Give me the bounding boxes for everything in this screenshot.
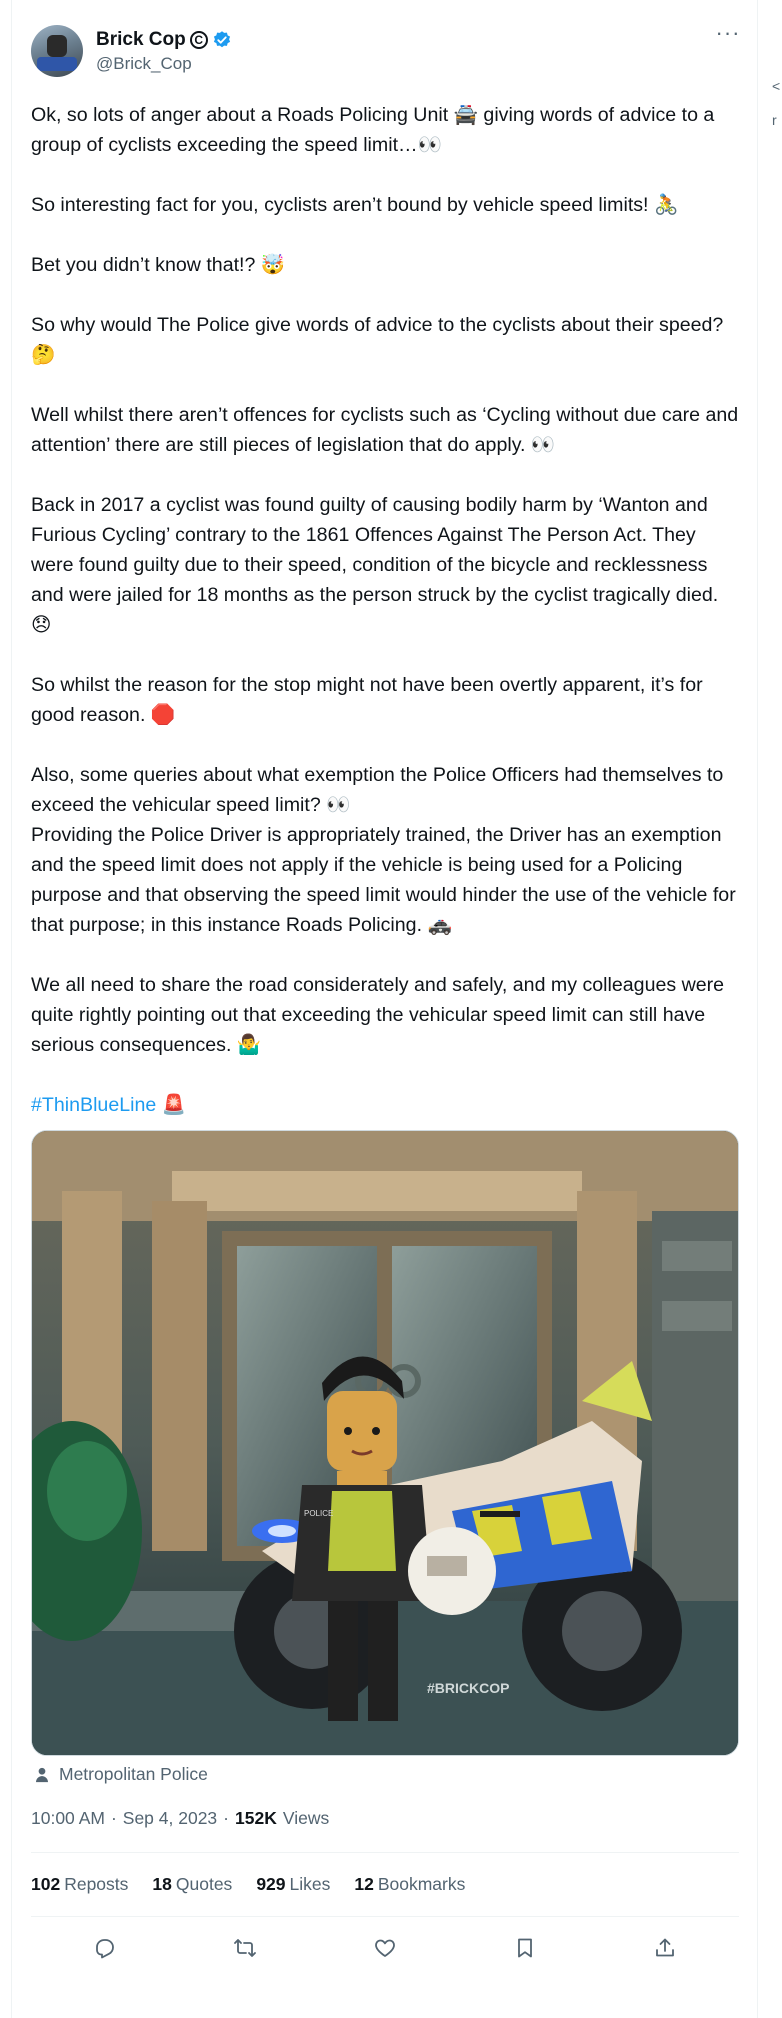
meta-separator: · xyxy=(223,1808,229,1828)
tweet-media-image[interactable]: POLICE #BRICKCOP xyxy=(31,1130,739,1756)
display-name[interactable]: Brick Cop xyxy=(96,29,186,51)
quotes-label: Quotes xyxy=(175,1874,233,1894)
reposts-stat[interactable]: 102 Reposts xyxy=(31,1874,128,1895)
likes-label: Likes xyxy=(289,1874,331,1894)
tagged-user-label[interactable]: Metropolitan Police xyxy=(59,1764,208,1785)
engagement-stats: 102 Reposts 18 Quotes 929 Likes 12 Bookmarks xyxy=(31,1874,465,1895)
likes-stat[interactable]: 929 Likes xyxy=(256,1874,330,1895)
hashtag-link[interactable]: #ThinBlueLine xyxy=(31,1094,156,1116)
tweet-paragraph: Providing the Police Driver is appropria… xyxy=(31,824,736,936)
offscreen-fragment: < xyxy=(772,78,781,94)
bookmarks-stat[interactable]: 12 Bookmarks xyxy=(354,1874,465,1895)
repost-button[interactable] xyxy=(231,1934,259,1962)
lego-police-scene: POLICE #BRICKCOP xyxy=(32,1131,738,1755)
verified-badge-icon xyxy=(213,31,230,48)
offscreen-fragment: r xyxy=(772,112,777,128)
tweet-paragraph: Well whilst there aren’t offences for cy… xyxy=(31,404,739,456)
bookmark-icon xyxy=(518,1938,532,1958)
vest-text: POLICE xyxy=(304,1509,333,1518)
author-handle[interactable]: @Brick_Cop xyxy=(96,54,192,74)
reply-button[interactable] xyxy=(91,1934,119,1962)
tweet-paragraph: Back in 2017 a cyclist was found guilty … xyxy=(31,494,719,636)
repost-icon xyxy=(234,1939,256,1957)
meta-separator: · xyxy=(110,1808,117,1828)
ellipsis-icon: ··· xyxy=(715,20,741,45)
author-name-row[interactable]: Brick Cop C xyxy=(96,29,232,51)
copyright-badge-icon: C xyxy=(189,31,208,49)
more-options-button[interactable]: ··· xyxy=(714,22,742,50)
tweet-text: Ok, so lots of anger about a Roads Polic… xyxy=(31,100,741,1120)
tweet-paragraph: So whilst the reason for the stop might … xyxy=(31,674,703,726)
tweet-meta: 10:00 AM · Sep 4, 2023 · 152K Views xyxy=(31,1808,329,1829)
like-button[interactable] xyxy=(371,1934,399,1962)
tweet-paragraph: So interesting fact for you, cyclists ar… xyxy=(31,194,679,216)
tweet-paragraph: So why would The Police give words of ad… xyxy=(31,314,724,366)
avatar-base xyxy=(37,57,77,71)
bookmarks-count: 12 xyxy=(354,1874,374,1894)
timeline-left-border xyxy=(11,0,12,2018)
media-watermark: #BRICKCOP xyxy=(427,1680,509,1696)
tagged-user-row[interactable]: Metropolitan Police xyxy=(33,1764,208,1785)
views-count: 152K xyxy=(235,1808,277,1828)
person-icon xyxy=(36,1767,48,1782)
hashtag-line: #ThinBlueLine 🚨 xyxy=(31,1090,741,1120)
tweet-date[interactable]: Sep 4, 2023 xyxy=(123,1808,217,1829)
likes-count: 929 xyxy=(256,1874,286,1894)
views-label: Views xyxy=(282,1808,330,1828)
tweet-paragraph: Also, some queries about what exemption … xyxy=(31,764,724,816)
tweet-paragraph: Ok, so lots of anger about a Roads Polic… xyxy=(31,104,715,156)
avatar-figure xyxy=(47,35,67,57)
like-icon xyxy=(375,1939,395,1957)
bookmarks-label: Bookmarks xyxy=(377,1874,466,1894)
divider xyxy=(31,1916,739,1917)
tweet-paragraph: Bet you didn’t know that!? 🤯 xyxy=(31,254,286,276)
share-icon xyxy=(656,1938,674,1957)
tweet-time[interactable]: 10:00 AM xyxy=(31,1808,105,1829)
reposts-label: Reposts xyxy=(64,1874,129,1894)
share-button[interactable] xyxy=(651,1934,679,1962)
quotes-count: 18 xyxy=(152,1874,172,1894)
timeline-right-border xyxy=(757,0,758,2018)
bookmark-button[interactable] xyxy=(511,1934,539,1962)
reply-icon xyxy=(96,1939,114,1959)
siren-emoji: 🚨 xyxy=(161,1094,187,1116)
tweet-paragraph: We all need to share the road considerat… xyxy=(31,974,725,1056)
avatar[interactable] xyxy=(31,25,83,77)
reposts-count: 102 xyxy=(31,1874,61,1894)
divider xyxy=(31,1852,739,1853)
action-bar xyxy=(31,1928,739,1968)
quotes-stat[interactable]: 18 Quotes xyxy=(152,1874,232,1895)
